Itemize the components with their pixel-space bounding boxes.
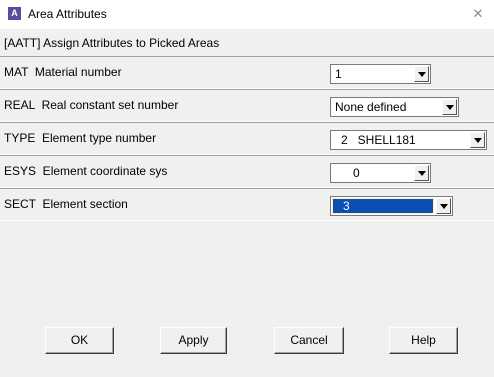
field-label-mat: MAT Material number [4, 65, 122, 79]
mat-select-value: 1 [335, 67, 342, 81]
command-header: [AATT] Assign Attributes to Picked Areas [0, 29, 494, 56]
real-select[interactable]: None defined [330, 97, 459, 117]
esys-select-value: 0 [353, 166, 360, 180]
field-row-sect: SECT Element section 3 [0, 188, 494, 221]
chevron-down-icon[interactable] [470, 132, 485, 148]
chevron-down-icon[interactable] [442, 99, 457, 115]
close-icon[interactable]: ✕ [470, 6, 486, 22]
cancel-button[interactable]: Cancel [274, 327, 344, 354]
chevron-down-icon[interactable] [414, 165, 429, 181]
ok-button[interactable]: OK [45, 327, 114, 354]
field-row-real: REAL Real constant set number None defin… [0, 89, 494, 122]
field-label-real: REAL Real constant set number [4, 98, 179, 112]
field-row-type: TYPE Element type number 2 SHELL181 [0, 122, 494, 155]
apply-button[interactable]: Apply [160, 327, 227, 354]
esys-select[interactable]: 0 [330, 163, 431, 183]
field-label-type: TYPE Element type number [4, 131, 157, 145]
sect-select[interactable]: 3 [330, 196, 453, 216]
title-bar: A Area Attributes ✕ [0, 0, 494, 29]
chevron-down-icon[interactable] [414, 66, 429, 82]
type-select-value: 2 SHELL181 [341, 133, 416, 147]
chevron-down-icon[interactable] [436, 198, 451, 214]
sect-select-value: 3 [332, 198, 434, 214]
type-select[interactable]: 2 SHELL181 [330, 130, 487, 150]
real-select-value: None defined [335, 100, 407, 114]
field-label-sect: SECT Element section [4, 197, 128, 211]
field-label-esys: ESYS Element coordinate sys [4, 164, 168, 178]
field-row-mat: MAT Material number 1 [0, 56, 494, 89]
window-title: Area Attributes [28, 7, 107, 21]
mat-select[interactable]: 1 [330, 64, 431, 84]
command-label: [AATT] Assign Attributes to Picked Areas [4, 36, 220, 50]
help-button[interactable]: Help [389, 327, 458, 354]
field-row-esys: ESYS Element coordinate sys 0 [0, 155, 494, 188]
app-icon: A [8, 7, 21, 20]
